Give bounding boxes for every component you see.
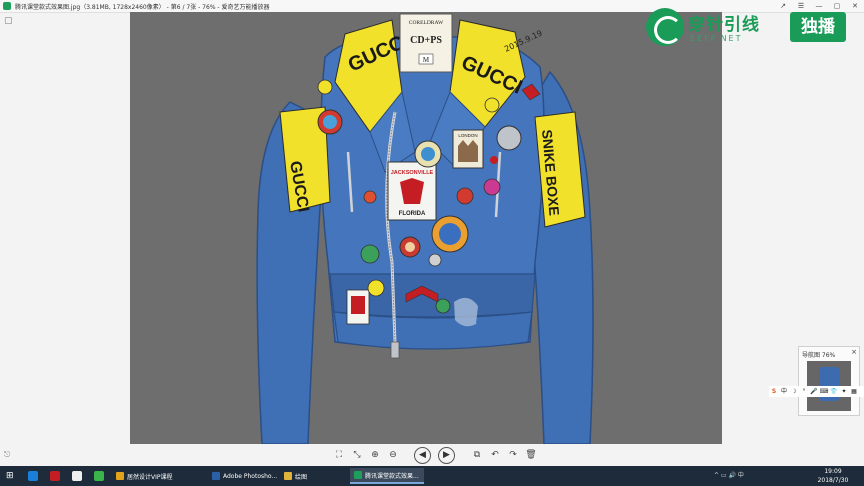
clock[interactable]: 19:09 2018/7/30	[808, 467, 858, 485]
clock-date: 2018/7/30	[817, 477, 849, 484]
taskbar-app-label: 绘图	[295, 473, 308, 481]
start-button[interactable]: ⊞	[6, 471, 16, 481]
svg-text:FLORIDA: FLORIDA	[399, 211, 426, 217]
svg-text:CORELDRAW: CORELDRAW	[409, 20, 444, 26]
taskbar-app-course[interactable]: 居然设计VIP课程	[112, 468, 177, 484]
previous-button[interactable]: ◀	[414, 447, 431, 464]
fullscreen-icon[interactable]: ⛶	[333, 449, 345, 461]
chrome-icon	[116, 472, 124, 480]
app-logo-icon	[3, 2, 11, 10]
taskbar: ⊞ 居然设计VIP课程 Adobe Photosho... 绘图 腾讯课堂款式效…	[0, 466, 864, 486]
jacket-illustration: GUCCI GUCCI GUCCI SNIKE BOXE CORELDRAW C…	[256, 13, 594, 444]
viewer-app-icon	[354, 471, 362, 479]
ime-toolbar: S 中 ☽ ° 🎤 ⌨ 👕 ✦ ▦	[769, 386, 864, 397]
rotate-right-icon[interactable]: ↷	[507, 449, 519, 461]
close-button[interactable]: ✕	[846, 0, 864, 12]
record-icon[interactable]	[50, 471, 60, 481]
next-button[interactable]: ▶	[438, 447, 455, 464]
zoom-in-icon[interactable]: ⊕	[369, 449, 381, 461]
window-title: 腾讯课堂款式效果图.jpg（3.81MB, 1728x2460像素） - 第6 …	[15, 4, 270, 11]
svg-text:M: M	[423, 56, 430, 64]
photoshop-icon	[212, 472, 220, 480]
zoom-out-icon[interactable]: ⊖	[387, 449, 399, 461]
clock-time: 19:09	[824, 468, 842, 475]
watermark-url: EEFF.NET	[690, 34, 743, 43]
skin-icon[interactable]: 👕	[829, 386, 839, 397]
rotate-left-icon[interactable]: ↶	[489, 449, 501, 461]
image-viewer[interactable]: GUCCI GUCCI GUCCI SNIKE BOXE CORELDRAW C…	[130, 12, 722, 444]
fit-window-icon[interactable]: ⤡	[351, 449, 363, 461]
system-tray[interactable]: ^ ▭ 🔊 中	[714, 470, 744, 482]
taskbar-app-paint[interactable]: 绘图	[280, 468, 311, 484]
taskbar-app-photoshop[interactable]: Adobe Photosho...	[208, 468, 281, 484]
microphone-icon[interactable]: 🎤	[809, 386, 819, 397]
punctuation-icon[interactable]: °	[799, 386, 809, 397]
close-icon[interactable]: ×	[851, 348, 857, 356]
watermark: 穿针引线 EEFF.NET 独播	[646, 6, 846, 50]
taskbar-app-label: 腾讯课堂款式效果...	[365, 472, 419, 480]
wechat-icon[interactable]	[94, 471, 104, 481]
ime-lang-toggle[interactable]: 中	[779, 386, 789, 397]
navigator-title: 导航图 76%	[802, 352, 836, 359]
taskbar-app-label: 居然设计VIP课程	[127, 473, 173, 481]
file-icon[interactable]: ▢	[4, 16, 16, 28]
taskbar-app-label: Adobe Photosho...	[223, 472, 278, 480]
watermark-brand: 穿针引线	[688, 15, 760, 35]
svg-text:JACKSONVILLE: JACKSONVILLE	[391, 170, 434, 176]
worn-patch	[454, 297, 478, 327]
sogou-icon[interactable]: S	[769, 386, 779, 397]
navigator-panel[interactable]: 导航图 76% ×	[798, 346, 860, 416]
qq-icon[interactable]	[72, 471, 82, 481]
tools-icon[interactable]: ✦	[839, 386, 849, 397]
moon-icon[interactable]: ☽	[789, 386, 799, 397]
watermark-live-badge: 独播	[790, 12, 846, 42]
folder-icon	[284, 472, 292, 480]
delete-icon[interactable]: 🗑	[525, 449, 537, 461]
keyboard-icon[interactable]: ⌨	[819, 386, 829, 397]
watermark-logo-icon	[646, 8, 684, 46]
svg-text:CD+PS: CD+PS	[410, 35, 442, 46]
share-icon[interactable]: ⎋	[4, 450, 14, 460]
browser-icon[interactable]	[28, 471, 38, 481]
viewer-toolbar: ⎋ ⛶ ⤡ ⊕ ⊖ ◀ ▶ ⧉ ↶ ↷ 🗑	[0, 444, 864, 466]
copy-icon[interactable]: ⧉	[471, 449, 483, 461]
svg-text:LONDON: LONDON	[458, 133, 477, 138]
grid-icon[interactable]: ▦	[849, 386, 859, 397]
taskbar-app-viewer[interactable]: 腾讯课堂款式效果...	[350, 468, 424, 484]
